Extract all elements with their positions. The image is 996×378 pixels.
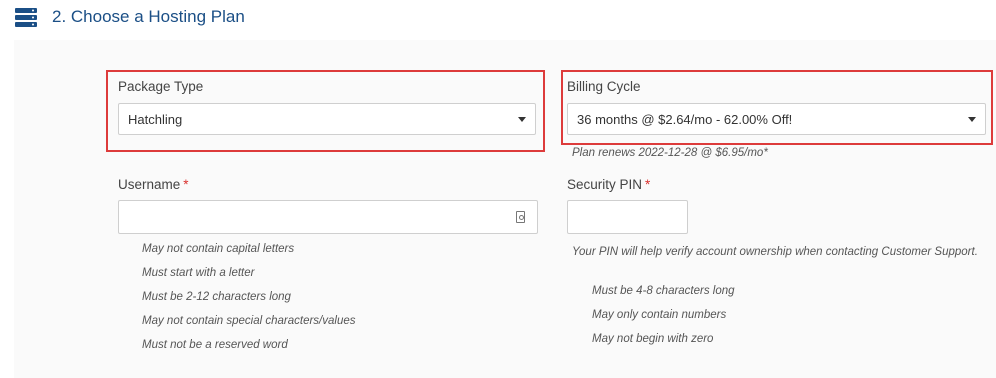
username-input[interactable] — [118, 200, 538, 234]
security-pin-help: Your PIN will help verify account owners… — [572, 246, 978, 258]
pin-rule: May only contain numbers — [592, 309, 727, 321]
username-rule: Must start with a letter — [142, 267, 255, 279]
required-indicator: * — [183, 177, 189, 192]
package-type-highlight — [106, 70, 545, 152]
section-title: 2. Choose a Hosting Plan — [52, 7, 245, 26]
security-pin-label-text: Security PIN — [567, 177, 643, 192]
username-rule: May not contain special characters/value… — [142, 315, 356, 327]
server-stack-icon — [15, 8, 37, 27]
username-rule: Must be 2-12 characters long — [142, 291, 291, 303]
username-rule: Must not be a reserved word — [142, 339, 288, 351]
pin-rule: Must be 4-8 characters long — [592, 285, 735, 297]
username-label: Username * — [118, 177, 189, 192]
contact-card-icon[interactable] — [516, 211, 525, 223]
plan-renewal-note: Plan renews 2022-12-28 @ $6.95/mo* — [572, 147, 768, 159]
required-indicator: * — [645, 177, 651, 192]
billing-cycle-highlight — [561, 70, 993, 145]
username-label-text: Username — [118, 177, 181, 192]
section-header: 2. Choose a Hosting Plan — [0, 0, 996, 40]
username-rule: May not contain capital letters — [142, 243, 295, 255]
security-pin-label: Security PIN * — [567, 177, 650, 192]
pin-rule: May not begin with zero — [592, 333, 714, 345]
security-pin-input[interactable] — [567, 200, 688, 234]
